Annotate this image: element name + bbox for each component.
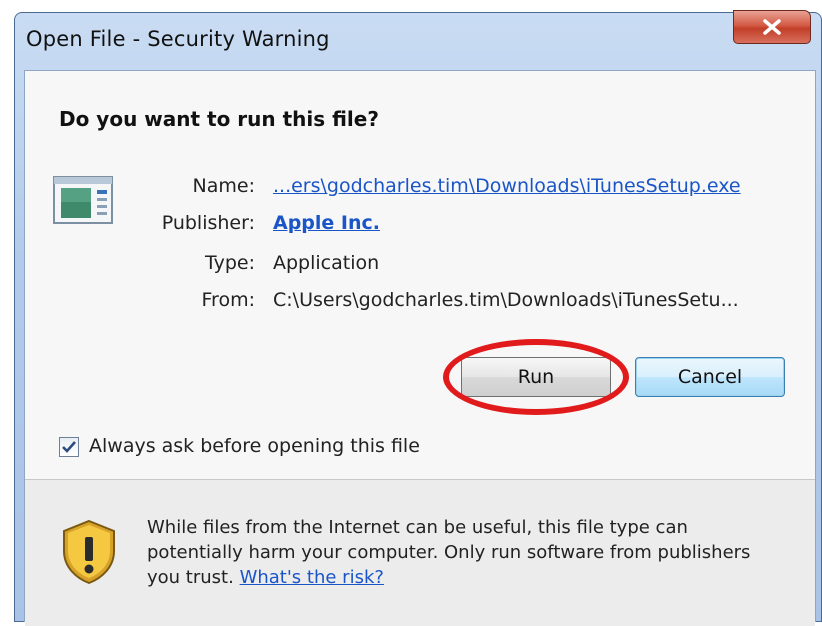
close-x-icon: [763, 19, 781, 35]
window-title: Open File - Security Warning: [26, 27, 330, 51]
risk-link[interactable]: What's the risk?: [240, 567, 384, 588]
checkmark-icon: [62, 441, 76, 453]
close-button[interactable]: [733, 10, 811, 44]
type-label: Type:: [204, 252, 255, 274]
always-ask-label: Always ask before opening this file: [89, 435, 420, 457]
cancel-button[interactable]: Cancel: [635, 357, 785, 397]
warning-shield-icon: [63, 519, 115, 585]
highlight-circle: [443, 339, 629, 415]
type-value: Application: [273, 252, 380, 274]
publisher-link[interactable]: Apple Inc.: [273, 212, 380, 234]
from-label: From:: [201, 289, 255, 311]
warning-message: While files from the Internet can be use…: [147, 515, 767, 590]
always-ask-checkbox[interactable]: [59, 437, 79, 457]
publisher-label: Publisher:: [161, 212, 255, 234]
dialog-question: Do you want to run this file?: [59, 107, 379, 131]
from-value: C:\Users\godcharles.tim\Downloads\iTunes…: [273, 289, 739, 311]
name-link[interactable]: ...ers\godcharles.tim\Downloads\iTunesSe…: [273, 175, 741, 197]
dialog-main-panel: Do you want to run this file? Name: ...e…: [25, 71, 815, 479]
warning-text: While files from the Internet can be use…: [147, 517, 751, 588]
name-label: Name:: [192, 175, 255, 197]
dialog-client-area: Do you want to run this file? Name: ...e…: [24, 70, 816, 626]
application-file-icon: [53, 176, 113, 224]
